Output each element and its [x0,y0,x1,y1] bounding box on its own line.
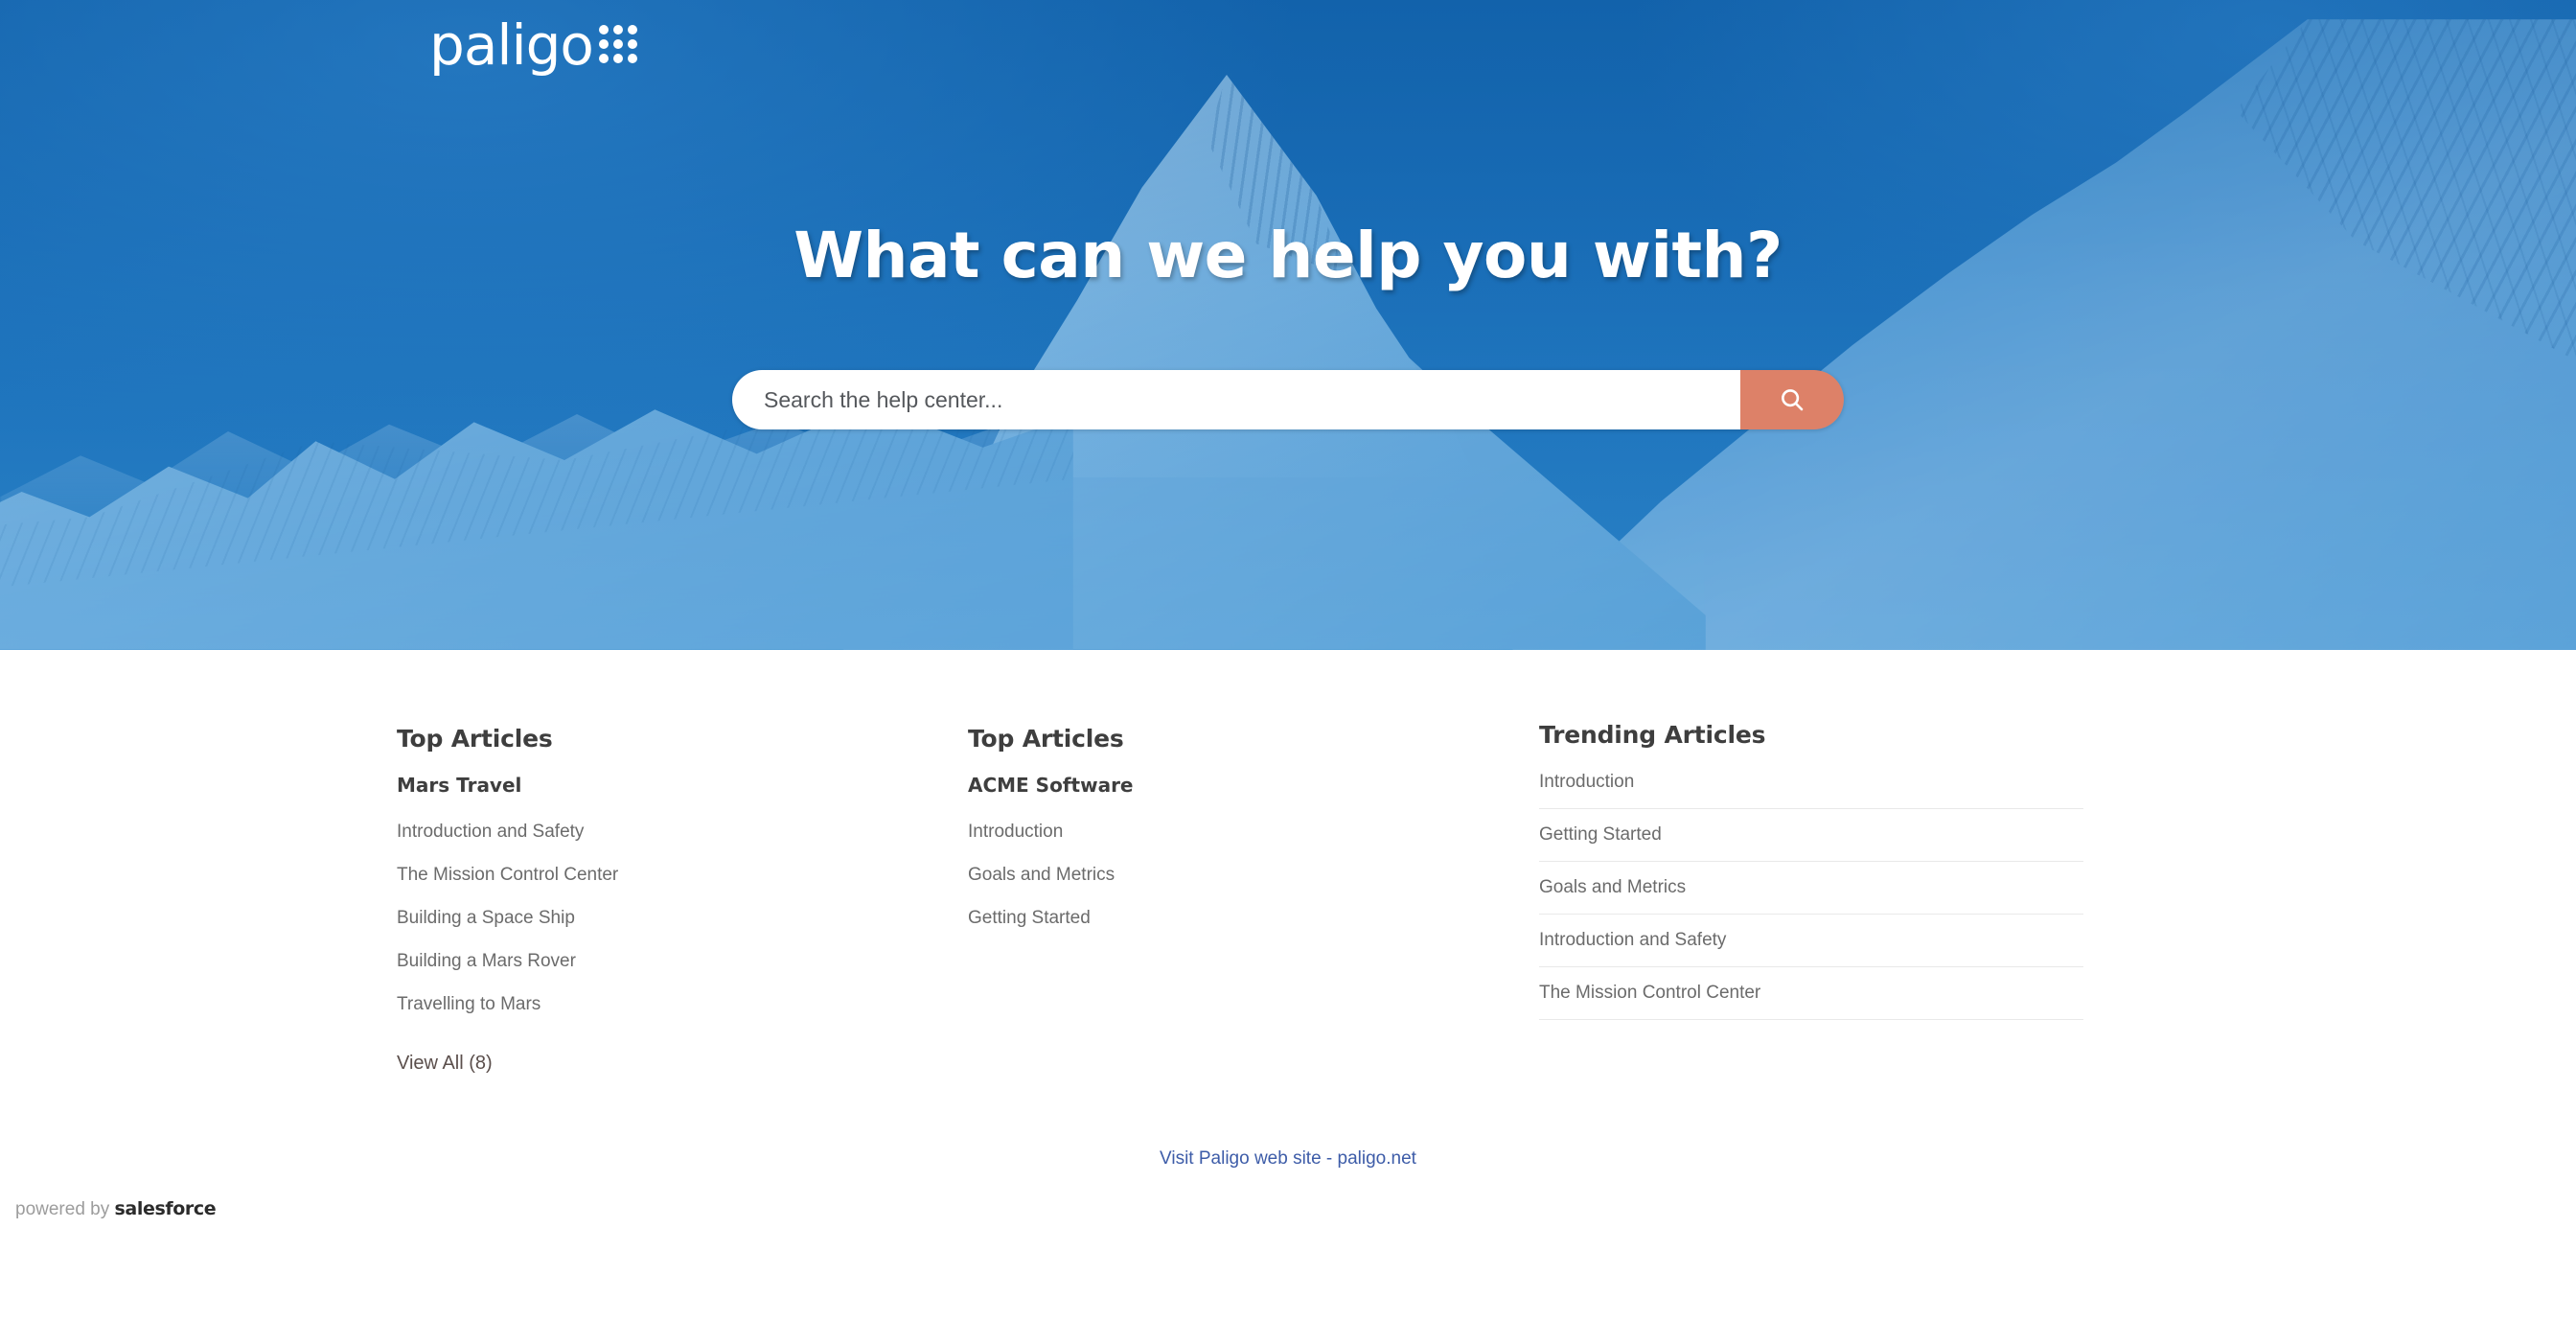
search-icon [1778,385,1806,414]
search-bar [732,370,1844,429]
trending-article-list: Introduction Getting Started Goals and M… [1539,756,2179,1020]
column-heading: Trending Articles [1539,721,1766,749]
search-button[interactable] [1740,370,1844,429]
list-item[interactable]: Building a Space Ship [397,896,968,939]
category-title: Mars Travel [397,774,522,797]
list-item[interactable]: Introduction and Safety [397,810,968,853]
powered-by-attribution: powered by salesforce [15,1198,217,1220]
column-trending-articles: Trending Articles Introduction Getting S… [1539,721,2179,1075]
list-item[interactable]: Introduction [1539,756,2083,809]
list-item[interactable]: Introduction and Safety [1539,915,2083,967]
column-heading: Top Articles [968,725,1124,753]
visit-website-link[interactable]: Visit Paligo web site - paligo.net [0,1148,2576,1170]
column-heading: Top Articles [397,725,553,753]
search-input[interactable] [732,370,1740,429]
page-title: What can we help you with? [794,219,1782,292]
column-top-articles-acme-software: Top Articles ACME Software Introduction … [968,725,1539,1075]
list-item[interactable]: The Mission Control Center [1539,967,2083,1020]
list-item[interactable]: Getting Started [1539,809,2083,862]
hero-content: paligo What can we help you with? [0,0,2576,650]
list-item[interactable]: The Mission Control Center [397,853,968,896]
category-title: ACME Software [968,774,1134,797]
list-item[interactable]: Goals and Metrics [968,853,1539,896]
article-list: Introduction and Safety The Mission Cont… [397,810,968,1026]
salesforce-wordmark: salesforce [114,1198,217,1219]
list-item[interactable]: Introduction [968,810,1539,853]
view-all-link[interactable]: View All (8) [397,1053,493,1075]
article-columns: Top Articles Mars Travel Introduction an… [397,721,2179,1075]
list-item[interactable]: Building a Mars Rover [397,939,968,983]
list-item[interactable]: Getting Started [968,896,1539,939]
list-item[interactable]: Goals and Metrics [1539,862,2083,915]
paligo-logo[interactable]: paligo [429,17,637,73]
grid-dots-icon [598,25,637,63]
list-item[interactable]: Travelling to Mars [397,983,968,1026]
column-top-articles-mars-travel: Top Articles Mars Travel Introduction an… [397,725,968,1075]
article-list: Introduction Goals and Metrics Getting S… [968,810,1539,939]
logo-wordmark: paligo [429,12,594,78]
hero-banner: paligo What can we help you with? [0,0,2576,650]
main-content: Top Articles Mars Travel Introduction an… [0,650,2576,1075]
powered-by-label: powered by [15,1199,110,1219]
